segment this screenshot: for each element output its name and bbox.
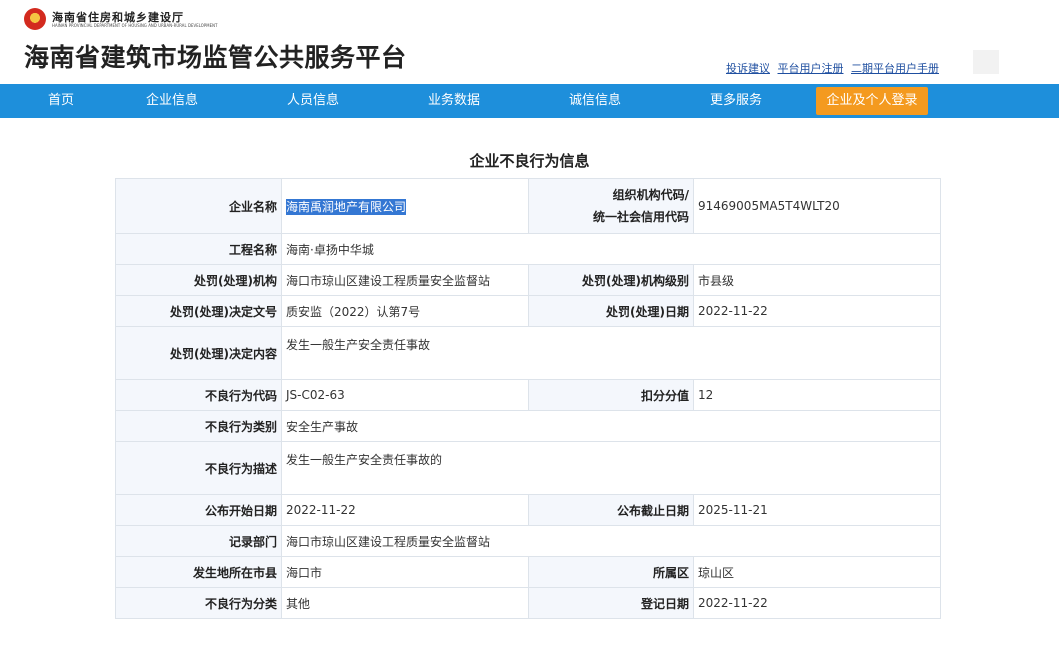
nav-more-services[interactable]: 更多服务 (710, 84, 762, 118)
field-label: 组织机构代码/统一社会信用代码 (528, 178, 694, 234)
field-label: 处罚(处理)决定文号 (115, 295, 282, 327)
deduction-value: 12 (693, 379, 941, 411)
field-label: 不良行为代码 (115, 379, 282, 411)
user-manual-link[interactable]: 二期平台用户手册 (851, 62, 939, 75)
table-row: 处罚(处理)机构 海口市琼山区建设工程质量安全监督站 处罚(处理)机构级别 市县… (115, 264, 941, 296)
record-dept-value: 海口市琼山区建设工程质量安全监督站 (281, 525, 941, 557)
project-name-value: 海南·卓扬中华城 (281, 233, 941, 265)
nav-enterprise[interactable]: 企业信息 (146, 84, 198, 118)
field-label: 发生地所在市县 (115, 556, 282, 588)
behavior-code-value: JS-C02-63 (281, 379, 529, 411)
decision-date-value: 2022-11-22 (693, 295, 941, 327)
login-button[interactable]: 企业及个人登录 (816, 87, 928, 115)
org-code-label-line1: 组织机构代码/ (612, 188, 689, 202)
bad-behavior-table: 企业名称 海南禹润地产有限公司 组织机构代码/统一社会信用代码 91469005… (115, 178, 941, 619)
field-label: 处罚(处理)决定内容 (115, 326, 282, 380)
register-link[interactable]: 平台用户注册 (778, 62, 844, 75)
field-label: 所属区 (528, 556, 694, 588)
field-label: 处罚(处理)机构 (115, 264, 282, 296)
table-row: 公布开始日期 2022-11-22 公布截止日期 2025-11-21 (115, 494, 941, 526)
field-label: 企业名称 (115, 178, 282, 234)
table-row: 处罚(处理)决定内容 发生一般生产安全责任事故 (115, 326, 941, 380)
company-name-cell: 海南禹润地产有限公司 (281, 178, 529, 234)
category-value: 其他 (281, 587, 529, 619)
district-value: 琼山区 (693, 556, 941, 588)
table-row: 不良行为分类 其他 登记日期 2022-11-22 (115, 587, 941, 619)
behavior-desc-value: 发生一般生产安全责任事故的 (281, 441, 941, 495)
field-label: 公布截止日期 (528, 494, 694, 526)
field-label: 不良行为类别 (115, 410, 282, 442)
decision-no-value: 质安监（2022）认第7号 (281, 295, 529, 327)
publish-start-value: 2022-11-22 (281, 494, 529, 526)
field-label: 公布开始日期 (115, 494, 282, 526)
national-emblem-icon (24, 8, 46, 30)
nav-home[interactable]: 首页 (48, 84, 74, 118)
corner-placeholder (973, 50, 999, 74)
field-label: 不良行为描述 (115, 441, 282, 495)
field-label: 处罚(处理)机构级别 (528, 264, 694, 296)
complaint-link[interactable]: 投诉建议 (726, 62, 770, 75)
penalty-org-value: 海口市琼山区建设工程质量安全监督站 (281, 264, 529, 296)
city-value: 海口市 (281, 556, 529, 588)
field-label: 处罚(处理)日期 (528, 295, 694, 327)
site-title: 海南省建筑市场监管公共服务平台 (24, 43, 407, 72)
table-row: 处罚(处理)决定文号 质安监（2022）认第7号 处罚(处理)日期 2022-1… (115, 295, 941, 327)
top-links: 投诉建议 平台用户注册 二期平台用户手册 (726, 60, 943, 76)
field-label: 扣分分值 (528, 379, 694, 411)
table-row: 工程名称 海南·卓扬中华城 (115, 233, 941, 265)
company-name-value[interactable]: 海南禹润地产有限公司 (286, 198, 407, 215)
table-row: 不良行为类别 安全生产事故 (115, 410, 941, 442)
field-label: 工程名称 (115, 233, 282, 265)
nav-business-data[interactable]: 业务数据 (428, 84, 480, 118)
penalty-org-level-value: 市县级 (693, 264, 941, 296)
table-row: 记录部门 海口市琼山区建设工程质量安全监督站 (115, 525, 941, 557)
field-label: 登记日期 (528, 587, 694, 619)
table-row: 发生地所在市县 海口市 所属区 琼山区 (115, 556, 941, 588)
department-name-english: HAINAN PROVINCIAL DEPARTMENT OF HOUSING … (52, 23, 218, 28)
behavior-type-value: 安全生产事故 (281, 410, 941, 442)
table-row: 不良行为代码 JS-C02-63 扣分分值 12 (115, 379, 941, 411)
nav-credit[interactable]: 诚信信息 (569, 84, 621, 118)
nav-personnel[interactable]: 人员信息 (287, 84, 339, 118)
register-date-value: 2022-11-22 (693, 587, 941, 619)
site-header: 海南省住房和城乡建设厅 HAINAN PROVINCIAL DEPARTMENT… (0, 0, 1059, 84)
org-code-value: 91469005MA5T4WLT20 (693, 178, 941, 234)
decision-content-value: 发生一般生产安全责任事故 (281, 326, 941, 380)
field-label: 记录部门 (115, 525, 282, 557)
page-title: 企业不良行为信息 (469, 152, 590, 170)
field-label: 不良行为分类 (115, 587, 282, 619)
table-row: 企业名称 海南禹润地产有限公司 组织机构代码/统一社会信用代码 91469005… (115, 178, 941, 234)
table-row: 不良行为描述 发生一般生产安全责任事故的 (115, 441, 941, 495)
publish-end-value: 2025-11-21 (693, 494, 941, 526)
org-code-label-line2: 统一社会信用代码 (592, 210, 689, 224)
